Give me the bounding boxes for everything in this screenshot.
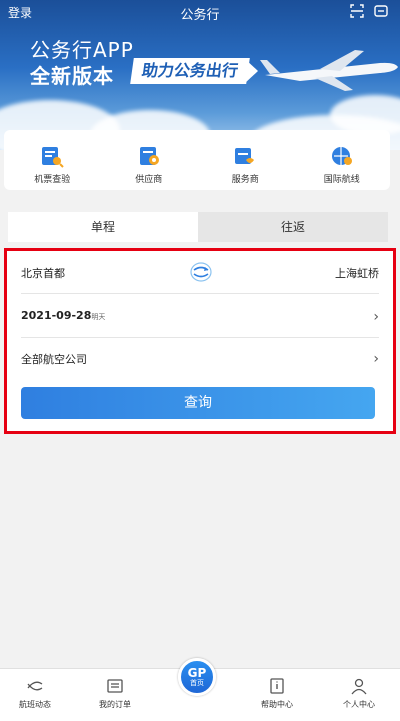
help-icon: [270, 678, 284, 694]
chevron-right-icon: ›: [373, 309, 379, 325]
flight-search-panel: 北京首都 上海虹桥 2021-09-28明天 › 全部航空公司 › 查询: [4, 248, 396, 434]
chevron-right-icon: ›: [373, 351, 379, 367]
banner-line1: 公务行APP: [30, 38, 134, 62]
shortcut-label: 机票查验: [34, 175, 71, 185]
arrival-city[interactable]: 上海虹桥: [335, 265, 379, 281]
banner-line2: 全新版本: [30, 64, 114, 88]
nav-home[interactable]: GP 首页: [178, 658, 216, 696]
nav-orders[interactable]: 我的订单: [80, 677, 150, 710]
top-bar: 登录 公务行: [0, 0, 400, 26]
nav-help[interactable]: 帮助中心: [242, 677, 312, 710]
supplier-icon: [139, 147, 159, 165]
trip-type-tabs: 单程 往返: [8, 212, 388, 242]
international-route-icon: [331, 147, 352, 165]
airline-select: 全部航空公司: [21, 353, 87, 366]
departure-city[interactable]: 北京首都: [21, 265, 65, 281]
nav-profile[interactable]: 个人中心: [324, 677, 394, 710]
nav-label: 帮助中心: [261, 700, 293, 709]
date-note: 明天: [91, 313, 106, 321]
ticket-check-icon: [42, 147, 64, 168]
shortcut-label: 供应商: [135, 175, 163, 185]
home-icon: GP: [187, 666, 207, 680]
swap-cities-icon[interactable]: [189, 261, 213, 283]
shortcut-label: 国际航线: [323, 175, 360, 185]
nav-flight-status[interactable]: 航班动态: [0, 677, 70, 710]
banner-tag: 助力公务出行: [130, 58, 250, 84]
shortcut-ticket-check[interactable]: 机票查验: [4, 130, 101, 190]
orders-icon: [107, 679, 123, 693]
user-icon: [351, 678, 367, 695]
divider: [21, 293, 379, 294]
query-button[interactable]: 查询: [21, 387, 375, 419]
shortcut-supplier[interactable]: 供应商: [101, 130, 198, 190]
scan-icon[interactable]: [350, 4, 364, 18]
departure-date: 2021-09-28: [21, 309, 92, 322]
banner-arrow-shape: [244, 58, 258, 84]
flight-status-icon: [27, 681, 43, 691]
airplane-icon: [260, 50, 398, 91]
date-row[interactable]: 2021-09-28明天 ›: [21, 309, 379, 329]
airline-row[interactable]: 全部航空公司 ›: [21, 351, 379, 371]
message-icon[interactable]: [374, 4, 388, 18]
shortcut-service-provider[interactable]: 服务商: [197, 130, 294, 190]
shortcut-panel: 机票查验 供应商 服务商 国际航线: [4, 130, 390, 190]
divider: [21, 337, 379, 338]
nav-label: 首页: [190, 679, 204, 687]
shortcut-international-route[interactable]: 国际航线: [294, 130, 391, 190]
shortcut-label: 服务商: [231, 175, 259, 185]
page-title: 公务行: [180, 8, 220, 23]
nav-label: 航班动态: [19, 700, 51, 709]
tab-round-trip[interactable]: 往返: [198, 212, 388, 242]
tab-one-way[interactable]: 单程: [8, 212, 198, 242]
route-row: 北京首都 上海虹桥: [21, 262, 379, 285]
service-provider-icon: [235, 148, 255, 164]
nav-label: 我的订单: [99, 700, 131, 709]
nav-label: 个人中心: [343, 700, 375, 709]
